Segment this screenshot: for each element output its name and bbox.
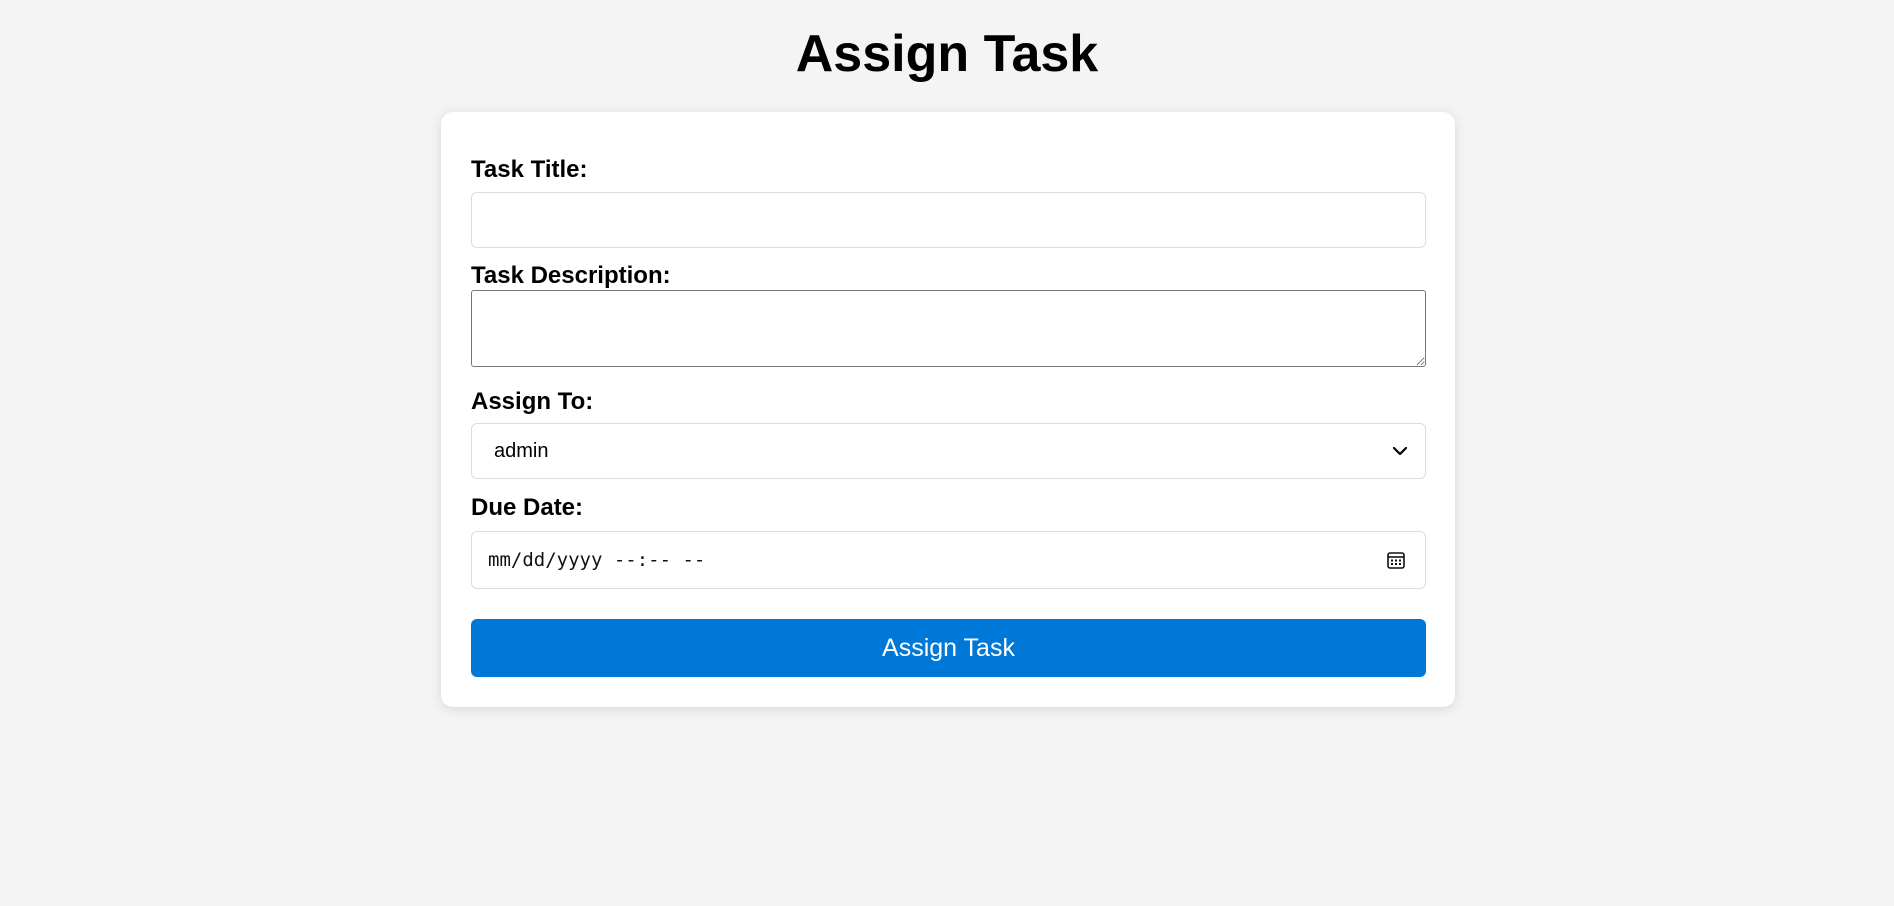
task-title-label: Task Title: xyxy=(471,156,588,183)
page-title: Assign Task xyxy=(795,25,1099,83)
task-title-input[interactable] xyxy=(471,192,1426,248)
assign-to-label: Assign To: xyxy=(471,388,594,415)
calendar-icon[interactable] xyxy=(1385,549,1407,571)
due-date-label: Due Date: xyxy=(471,494,584,521)
assign-to-select[interactable]: admin xyxy=(471,423,1426,479)
due-date-input[interactable]: mm/dd/yyyy --:-- -- xyxy=(471,531,1426,589)
due-date-placeholder: mm/dd/yyyy --:-- -- xyxy=(488,549,706,571)
task-description-textarea[interactable] xyxy=(471,290,1426,367)
page: Assign Task Task Title: Task Description… xyxy=(0,0,1894,906)
task-description-label: Task Description: xyxy=(471,262,671,289)
assign-task-button[interactable]: Assign Task xyxy=(471,619,1426,677)
assign-task-form: Task Title: Task Description: Assign To:… xyxy=(441,112,1455,707)
assign-to-selected-value: admin xyxy=(494,439,549,462)
chevron-down-icon xyxy=(1391,442,1409,460)
